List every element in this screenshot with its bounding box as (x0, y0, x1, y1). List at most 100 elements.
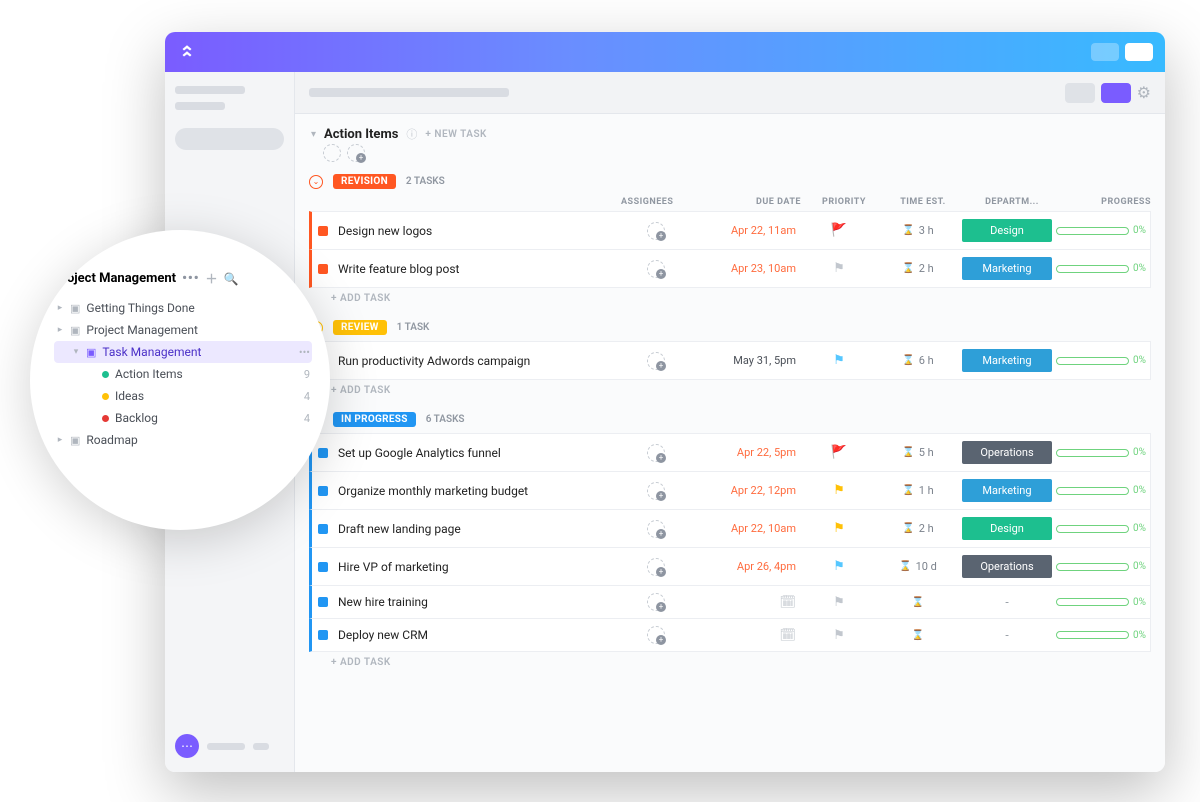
department-chip[interactable]: Marketing (962, 349, 1052, 372)
assignee-add-icon[interactable] (647, 482, 665, 500)
department-chip[interactable]: Design (962, 219, 1052, 242)
new-task-button[interactable]: + NEW TASK (425, 129, 487, 140)
department-chip[interactable]: Design (962, 517, 1052, 540)
due-date[interactable]: Apr 22, 5pm (700, 446, 800, 459)
priority-flag-icon[interactable]: 🚩 (804, 223, 874, 238)
progress-cell[interactable]: 0% (1056, 447, 1146, 458)
progress-cell[interactable]: 0% (1056, 355, 1146, 366)
priority-flag-icon[interactable]: ⚑ (804, 595, 874, 610)
status-square-icon[interactable] (318, 486, 328, 496)
progress-cell[interactable]: 0% (1056, 485, 1146, 496)
department-chip[interactable]: Marketing (962, 479, 1052, 502)
status-square-icon[interactable] (318, 264, 328, 274)
progress-cell[interactable]: 0% (1056, 225, 1146, 236)
status-square-icon[interactable] (318, 562, 328, 572)
department-chip[interactable]: - (962, 628, 1052, 642)
assignee-add-icon[interactable] (647, 260, 665, 278)
time-estimate[interactable]: ⌛1 h (878, 484, 958, 497)
status-tag[interactable]: REVIEW (333, 320, 387, 335)
task-name[interactable]: Organize monthly marketing budget (338, 484, 612, 498)
time-estimate[interactable]: ⌛5 h (878, 446, 958, 459)
status-square-icon[interactable] (318, 597, 328, 607)
sidebar-search[interactable] (175, 128, 284, 150)
status-square-icon[interactable] (318, 524, 328, 534)
due-date[interactable]: Apr 22, 11am (700, 224, 800, 237)
search-icon[interactable]: 🔍 (224, 272, 239, 286)
due-date[interactable]: Apr 26, 4pm (700, 560, 800, 573)
due-date[interactable]: Apr 22, 10am (700, 522, 800, 535)
progress-cell[interactable]: 0% (1056, 523, 1146, 534)
more-icon[interactable]: ••• (182, 271, 199, 286)
progress-cell[interactable]: 0% (1056, 630, 1146, 641)
collapse-list-icon[interactable]: ▾ (311, 129, 316, 140)
time-estimate[interactable]: ⌛2 h (878, 522, 958, 535)
due-date[interactable]: 🗓 (700, 595, 800, 610)
priority-flag-icon[interactable]: 🚩 (804, 445, 874, 460)
sidebar-folder[interactable]: ▸▣Roadmap (54, 429, 312, 451)
time-estimate[interactable]: ⌛6 h (878, 354, 958, 367)
view-toggle-active[interactable] (1101, 83, 1131, 103)
department-chip[interactable]: Operations (962, 555, 1052, 578)
time-estimate[interactable]: ⌛2 h (878, 262, 958, 275)
task-name[interactable]: Write feature blog post (338, 262, 612, 276)
add-task-button[interactable]: + ADD TASK (309, 651, 1151, 672)
progress-cell[interactable]: 0% (1056, 597, 1146, 608)
add-assignee-icon[interactable] (347, 144, 365, 162)
task-row[interactable]: Hire VP of marketingApr 26, 4pm⚑⌛10 dOpe… (309, 547, 1151, 586)
assignee-add-icon[interactable] (647, 626, 665, 644)
department-chip[interactable]: Operations (962, 441, 1052, 464)
task-name[interactable]: Deploy new CRM (338, 628, 612, 642)
progress-cell[interactable]: 0% (1056, 263, 1146, 274)
task-row[interactable]: Design new logosApr 22, 11am🚩⌛3 hDesign0… (309, 211, 1151, 250)
view-toggle-1[interactable] (1065, 83, 1095, 103)
gear-icon[interactable]: ⚙ (1137, 83, 1151, 102)
due-date[interactable]: Apr 23, 10am (700, 262, 800, 275)
assignee-add-icon[interactable] (647, 520, 665, 538)
task-row[interactable]: Run productivity Adwords campaignMay 31,… (309, 341, 1151, 380)
assignee-add-icon[interactable] (647, 222, 665, 240)
priority-flag-icon[interactable]: ⚑ (804, 628, 874, 643)
task-row[interactable]: Set up Google Analytics funnel Apr 22, 5p… (309, 433, 1151, 472)
department-chip[interactable]: Marketing (962, 257, 1052, 280)
sidebar-folder[interactable]: ▸▣Project Management (54, 319, 312, 341)
collapse-group-icon[interactable]: ⌄ (309, 175, 323, 189)
assignee-add-icon[interactable] (647, 444, 665, 462)
status-tag[interactable]: IN PROGRESS (333, 412, 416, 427)
time-estimate[interactable]: ⌛ (878, 597, 958, 608)
priority-flag-icon[interactable]: ⚑ (804, 261, 874, 276)
task-row[interactable]: Draft new landing pageApr 22, 10am⚑⌛2 hD… (309, 509, 1151, 548)
time-estimate[interactable]: ⌛10 d (878, 560, 958, 573)
task-row[interactable]: Write feature blog post Apr 23, 10am ⚑ ⌛2 h… (309, 249, 1151, 288)
priority-flag-icon[interactable]: ⚑ (804, 521, 874, 536)
flag-placeholder-icon[interactable] (323, 144, 341, 162)
task-row[interactable]: Organize monthly marketing budget Apr 22,… (309, 471, 1151, 510)
due-date[interactable]: Apr 22, 12pm (700, 484, 800, 497)
plus-icon[interactable]: ＋ (206, 270, 218, 287)
status-square-icon[interactable] (318, 630, 328, 640)
info-icon[interactable]: ⓘ (406, 126, 417, 142)
priority-flag-icon[interactable]: ⚑ (804, 483, 874, 498)
add-task-button[interactable]: + ADD TASK (309, 287, 1151, 308)
sidebar-list[interactable]: Backlog4 (54, 407, 312, 429)
priority-flag-icon[interactable]: ⚑ (804, 559, 874, 574)
sidebar-list[interactable]: Action Items9 (54, 363, 312, 385)
add-task-button[interactable]: + ADD TASK (309, 379, 1151, 400)
time-estimate[interactable]: ⌛ (878, 630, 958, 641)
due-date[interactable]: 🗓 (700, 628, 800, 643)
sidebar-folder[interactable]: ▸▣Getting Things Done (54, 297, 312, 319)
assignee-add-icon[interactable] (647, 352, 665, 370)
topbar-action-1[interactable] (1091, 43, 1119, 61)
due-date[interactable]: May 31, 5pm (700, 354, 800, 367)
status-square-icon[interactable] (318, 226, 328, 236)
task-row[interactable]: New hire training🗓⚑⌛-0% (309, 585, 1151, 619)
topbar-action-2[interactable] (1125, 43, 1153, 61)
task-name[interactable]: Set up Google Analytics funnel (338, 446, 612, 460)
priority-flag-icon[interactable]: ⚑ (804, 353, 874, 368)
assignee-add-icon[interactable] (647, 593, 665, 611)
status-square-icon[interactable] (318, 448, 328, 458)
assignee-add-icon[interactable] (647, 558, 665, 576)
status-tag[interactable]: REVISION (333, 174, 396, 189)
sidebar-list[interactable]: Ideas4 (54, 385, 312, 407)
time-estimate[interactable]: ⌛3 h (878, 224, 958, 237)
task-row[interactable]: Deploy new CRM 🗓 ⚑ ⌛-0% (309, 618, 1151, 652)
